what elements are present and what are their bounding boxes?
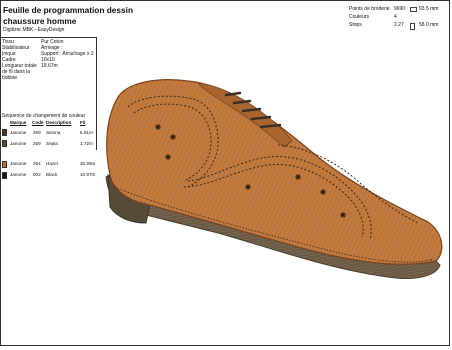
colors-value: 4 — [394, 14, 397, 20]
stops-label: Stops — [349, 22, 362, 28]
page-title: Feuille de programmation dessin — [3, 5, 134, 15]
color-swatch — [2, 161, 7, 168]
row-code: 254 — [33, 161, 41, 166]
color-swatch — [2, 140, 7, 147]
row-thread: 30.99m — [80, 161, 96, 166]
width-icon — [410, 7, 417, 12]
row-code: 259 — [33, 130, 41, 135]
row-brand: Janome — [10, 161, 27, 166]
stat-row-colors: Couleurs 4 — [349, 14, 448, 22]
meta-value: 19.67m — [41, 63, 58, 69]
row-code: 002 — [33, 172, 41, 177]
row-description: Hazel — [46, 161, 58, 166]
stat-row-points: Points de broderie 9690 93.5 mm — [349, 6, 448, 14]
header-thread: Fil — [80, 120, 86, 125]
row-description: Sienna — [46, 130, 61, 135]
color-sequence-title: Séquence de changement de couleur — [2, 113, 86, 119]
width-value: 93.5 mm — [419, 6, 439, 12]
stops-value: 2.27 — [394, 22, 404, 28]
row-thread: 10.97m — [80, 172, 96, 177]
stat-row-stops: Stops 2.27 58.0 mm — [349, 22, 448, 30]
header-code: Code — [32, 120, 44, 125]
row-description: Black — [46, 172, 58, 177]
shoe-upper — [106, 79, 443, 265]
row-thread: 6.91m — [80, 130, 93, 135]
row-brand: Janome — [10, 130, 27, 135]
row-brand: Janome — [10, 172, 27, 177]
row-brand: Janome — [10, 141, 27, 146]
page-title-line2: chaussure homme — [3, 16, 77, 26]
table-row: Janome 002 Black 10.97m — [0, 170, 96, 179]
header: Feuille de programmation dessin chaussur… — [1, 5, 256, 37]
row-description: Sepia — [46, 141, 58, 146]
shoe-embroidery-image — [105, 79, 443, 279]
table-row: Janome 259 Sepia 1.72m — [0, 139, 96, 148]
table-row: Janome 259 Sienna 6.91m — [0, 128, 96, 137]
table-row: Janome 254 Hazel 30.99m — [0, 159, 96, 168]
height-value: 58.0 mm — [419, 22, 439, 28]
color-swatch — [2, 172, 7, 179]
row-thread: 1.72m — [80, 141, 93, 146]
height-icon — [410, 23, 415, 30]
colors-label: Couleurs — [349, 14, 370, 20]
embroidery-preview — [98, 37, 448, 345]
header-brand: Marque — [10, 120, 27, 125]
points-value: 9690 — [394, 6, 406, 12]
digitizer-credit: Digitizer MBK - EasyDesign — [3, 27, 65, 33]
meta-key: Longueur totale de fil dans la bobine — [2, 63, 37, 81]
color-table-header: Marque Code Description Fil — [0, 120, 96, 127]
spec-panel: Tissu Pur Coton Stabilisateur Arrivage :… — [0, 37, 97, 150]
points-label: Points de broderie — [349, 6, 390, 12]
header-description: Description — [46, 120, 72, 125]
row-code: 259 — [33, 141, 41, 146]
stats-panel: Points de broderie 9690 93.5 mm Couleurs… — [347, 4, 448, 34]
color-swatch — [2, 129, 7, 136]
